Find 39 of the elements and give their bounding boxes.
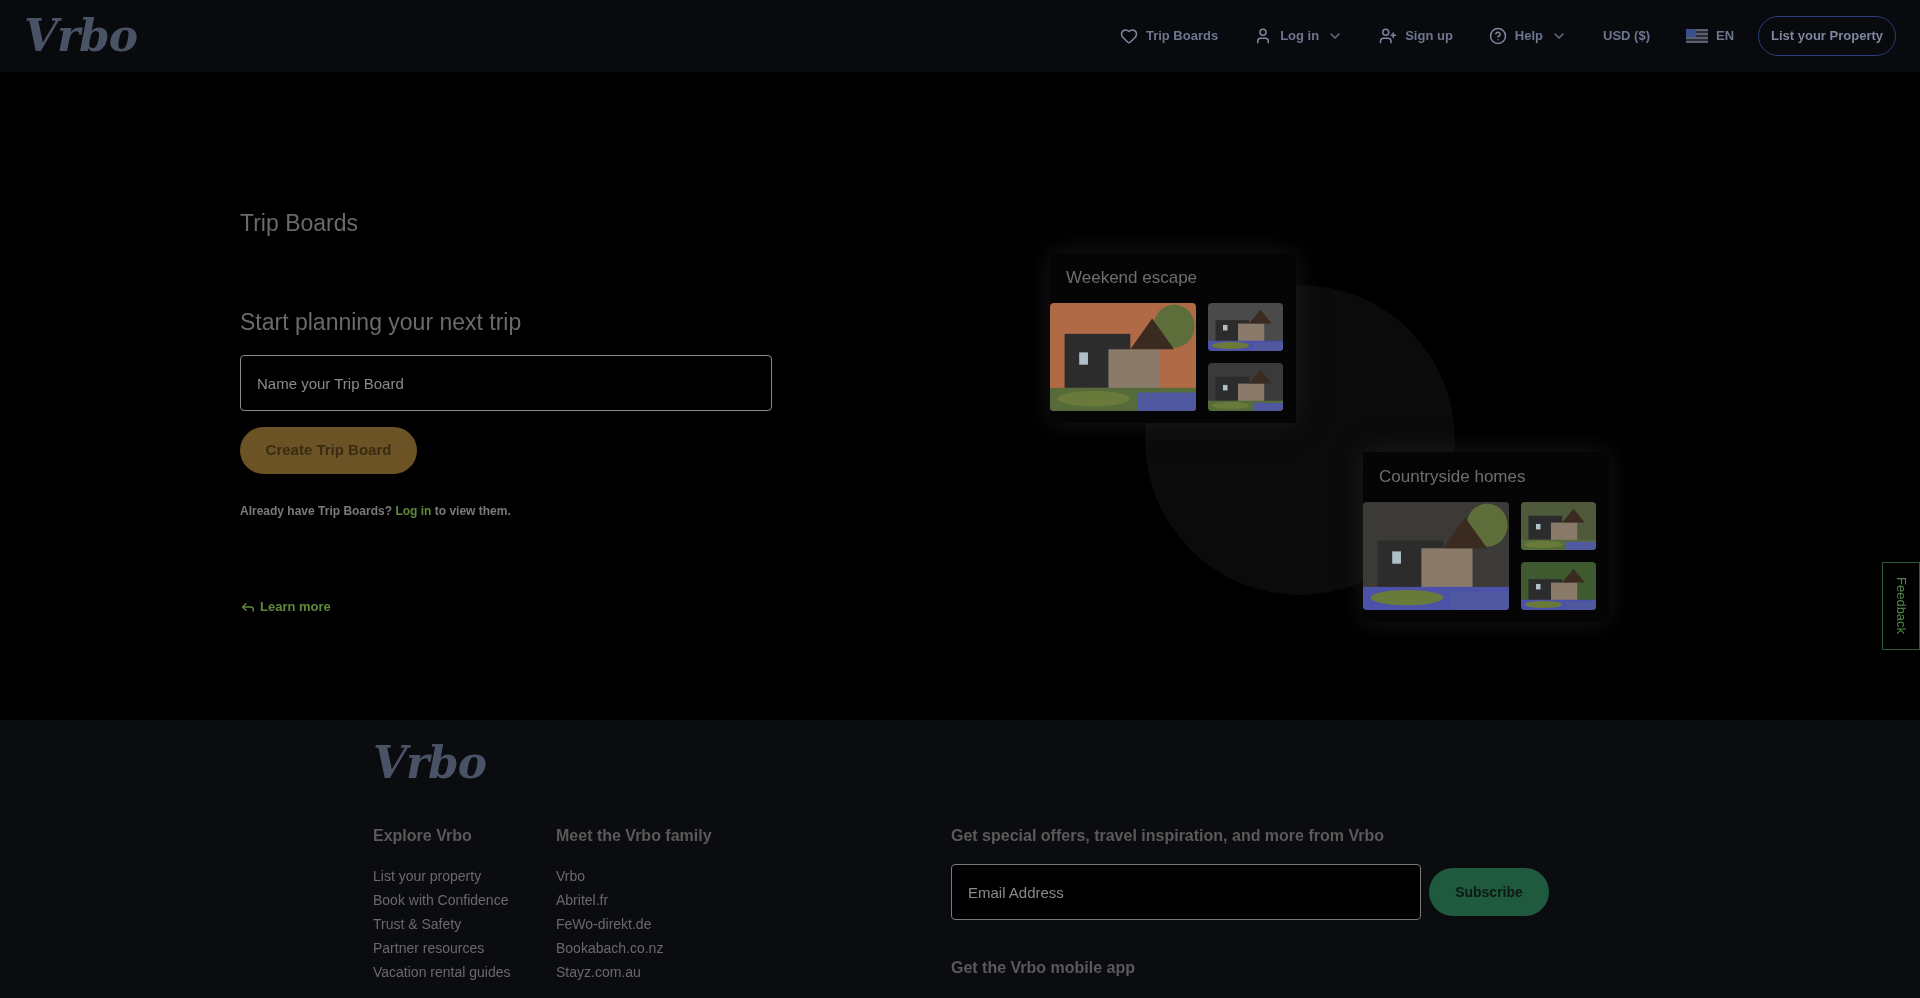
- nav-item[interactable]: Sign up: [1379, 26, 1453, 46]
- flag-icon: [1685, 29, 1708, 43]
- footer-link[interactable]: Abritel.fr: [556, 888, 609, 912]
- footer-link[interactable]: Trust & Safety: [373, 912, 462, 936]
- email-field[interactable]: Email Address: [951, 864, 1421, 920]
- log-in-link[interactable]: Log in: [395, 504, 432, 518]
- footer-link[interactable]: Book with Confidence: [373, 888, 509, 912]
- nav-item[interactable]: Help: [1488, 26, 1567, 46]
- footer-link[interactable]: Partner resources: [373, 936, 485, 960]
- footer-heading: Get special offers, travel inspiration, and more from Vrbo: [951, 826, 1385, 846]
- board-title: Weekend escape: [1065, 267, 1199, 289]
- feedback-tab[interactable]: Feedback: [1882, 562, 1920, 650]
- board-title: Countryside homes: [1378, 466, 1527, 488]
- page-title: Trip Boards: [240, 209, 360, 238]
- logo[interactable]: Vrbo: [373, 730, 487, 796]
- nav-item[interactable]: EN: [1685, 26, 1735, 46]
- footer-heading: Get the Vrbo mobile app: [951, 958, 1137, 978]
- section-heading: Start planning your next trip: [240, 307, 523, 337]
- trip-board-card[interactable]: Weekend escape: [1050, 253, 1296, 423]
- footer-link[interactable]: Stayz.com.au: [556, 960, 641, 984]
- trip-board-name-field[interactable]: Name your Trip Board: [240, 355, 772, 411]
- footer-link[interactable]: Vacation rental guides: [373, 960, 511, 984]
- help-icon: [1488, 27, 1507, 45]
- subscribe-button[interactable]: Subscribe: [1429, 868, 1549, 916]
- nav-item[interactable]: Log in: [1254, 26, 1344, 46]
- login-prompt: Already have Trip Boards? Log in to view them.: [240, 503, 512, 520]
- user-plus-icon: [1379, 27, 1398, 45]
- footer-link[interactable]: Vrbo: [556, 864, 586, 888]
- footer-heading: Explore Vrbo: [373, 826, 473, 846]
- nav-item[interactable]: Trip Boards: [1119, 26, 1219, 46]
- learn-more-link[interactable]: Learn more: [240, 597, 331, 617]
- footer-link[interactable]: List your property: [373, 864, 482, 888]
- footer-heading: Meet the Vrbo family: [556, 826, 713, 846]
- heart-icon: [1119, 27, 1138, 45]
- trip-board-card[interactable]: Countryside homes: [1363, 452, 1609, 622]
- footer-link[interactable]: Bookabach.co.nz: [556, 936, 664, 960]
- footer-link[interactable]: FeWo-direkt.de: [556, 912, 652, 936]
- nav-item[interactable]: USD ($): [1603, 26, 1650, 46]
- logo[interactable]: Vrbo: [24, 3, 138, 69]
